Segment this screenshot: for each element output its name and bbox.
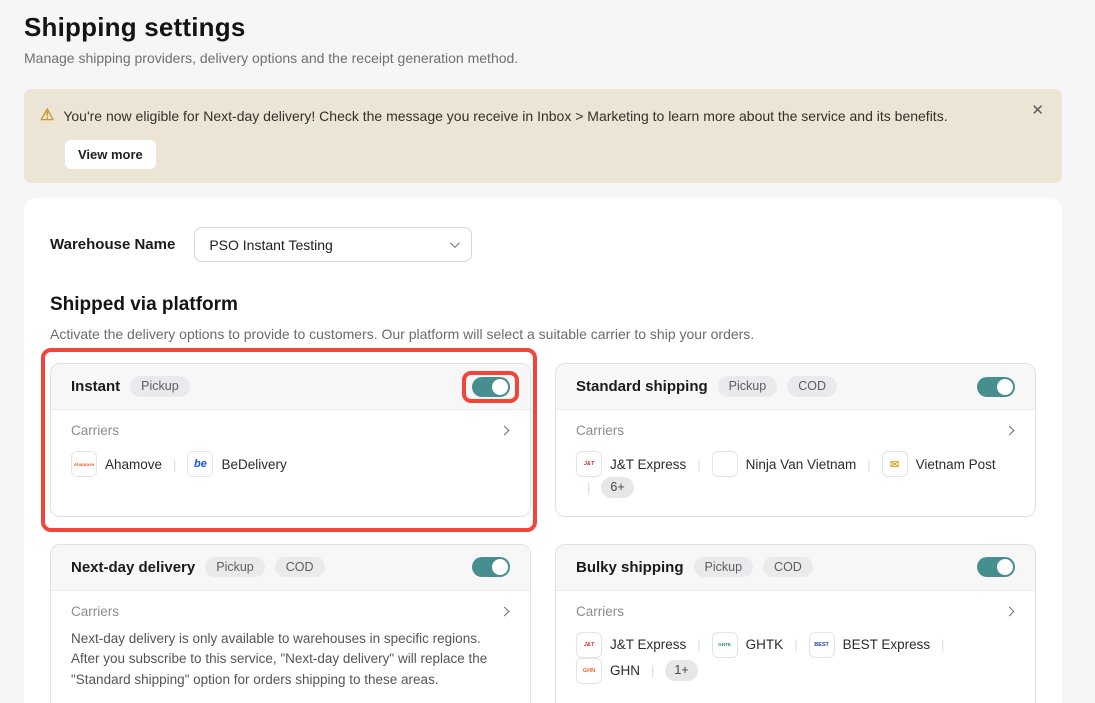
- warehouse-select-value: PSO Instant Testing: [209, 237, 332, 253]
- section-heading: Shipped via platform: [50, 294, 1036, 316]
- badge-cod: COD: [763, 557, 813, 578]
- instant-carriers-link[interactable]: Carriers: [71, 423, 510, 438]
- card-title-standard: Standard shipping: [576, 378, 708, 395]
- shipping-settings-panel: Warehouse Name PSO Instant Testing Shipp…: [24, 198, 1062, 703]
- standard-carriers-link[interactable]: Carriers: [576, 423, 1015, 438]
- shipping-option-card-standard: Standard shipping Pickup COD Carriers: [555, 363, 1036, 517]
- card-title-nextday: Next-day delivery: [71, 559, 195, 576]
- ninja-van-logo-icon: [712, 451, 738, 477]
- bedelivery-logo-icon: be: [187, 451, 213, 477]
- bulky-toggle[interactable]: [977, 557, 1015, 577]
- banner-message: You're now eligible for Next-day deliver…: [63, 106, 947, 126]
- jt-express-logo-icon: J&T: [576, 451, 602, 477]
- carrier-ghn: GHN GHN: [576, 658, 640, 684]
- badge-cod: COD: [787, 376, 837, 397]
- chevron-right-icon: [500, 606, 510, 616]
- best-express-logo-icon: BEST: [809, 632, 835, 658]
- carrier-ahamove: Ahamove Ahamove: [71, 451, 162, 477]
- carrier-best-express: BEST BEST Express: [809, 632, 931, 658]
- chevron-right-icon: [500, 426, 510, 436]
- page-subtitle: Manage shipping providers, delivery opti…: [24, 50, 1062, 66]
- instant-toggle[interactable]: [472, 377, 510, 397]
- standard-toggle[interactable]: [977, 377, 1015, 397]
- toggle-knob: [997, 379, 1013, 395]
- chevron-right-icon: [1005, 606, 1015, 616]
- chevron-right-icon: [1005, 426, 1015, 436]
- shipping-option-card-nextday: Next-day delivery Pickup COD Carriers Ne…: [50, 544, 531, 703]
- vietnam-post-logo-icon: ✉: [882, 451, 908, 477]
- toggle-knob: [997, 559, 1013, 575]
- page-title: Shipping settings: [24, 12, 1062, 43]
- more-carriers-badge: 6+: [601, 477, 633, 498]
- view-more-button[interactable]: View more: [65, 140, 156, 169]
- shipping-option-card-bulky: Bulky shipping Pickup COD Carriers: [555, 544, 1036, 703]
- shipping-options-grid: Instant Pickup Carriers: [50, 363, 1036, 703]
- card-title-instant: Instant: [71, 378, 120, 395]
- shipping-settings-page: Shipping settings Manage shipping provid…: [24, 0, 1062, 703]
- section-description: Activate the delivery options to provide…: [50, 326, 1036, 342]
- carrier-ninja-van: Ninja Van Vietnam: [712, 451, 857, 477]
- carrier-ghtk: GHTK GHTK: [712, 632, 784, 658]
- close-icon[interactable]: ✕: [1031, 103, 1044, 118]
- badge-pickup: Pickup: [130, 376, 190, 397]
- nextday-note: Next-day delivery is only available to w…: [71, 629, 510, 692]
- shipping-option-card-instant: Instant Pickup Carriers: [50, 363, 531, 517]
- carrier-bedelivery: be BeDelivery: [187, 451, 286, 477]
- ahamove-logo-icon: Ahamove: [71, 451, 97, 477]
- nextday-carriers-link[interactable]: Carriers: [71, 604, 510, 619]
- badge-pickup: Pickup: [205, 557, 265, 578]
- toggle-knob: [492, 559, 508, 575]
- badge-cod: COD: [275, 557, 325, 578]
- jt-express-logo-icon: J&T: [576, 632, 602, 658]
- badge-pickup: Pickup: [694, 557, 754, 578]
- chevron-down-icon: [450, 238, 460, 248]
- warehouse-select[interactable]: PSO Instant Testing: [194, 227, 472, 262]
- ghtk-logo-icon: GHTK: [712, 632, 738, 658]
- bulky-carriers-link[interactable]: Carriers: [576, 604, 1015, 619]
- toggle-knob: [492, 379, 508, 395]
- carrier-jt-express: J&T J&T Express: [576, 451, 686, 477]
- card-title-bulky: Bulky shipping: [576, 559, 684, 576]
- eligibility-banner: ⚠ You're now eligible for Next-day deliv…: [24, 89, 1062, 183]
- carrier-vietnam-post: ✉ Vietnam Post: [882, 451, 996, 477]
- more-carriers-badge: 1+: [665, 660, 697, 681]
- ghn-logo-icon: GHN: [576, 658, 602, 684]
- warning-icon: ⚠: [40, 106, 54, 125]
- badge-pickup: Pickup: [718, 376, 778, 397]
- warehouse-name-label: Warehouse Name: [50, 236, 175, 253]
- carrier-jt-express: J&T J&T Express: [576, 632, 686, 658]
- nextday-toggle[interactable]: [472, 557, 510, 577]
